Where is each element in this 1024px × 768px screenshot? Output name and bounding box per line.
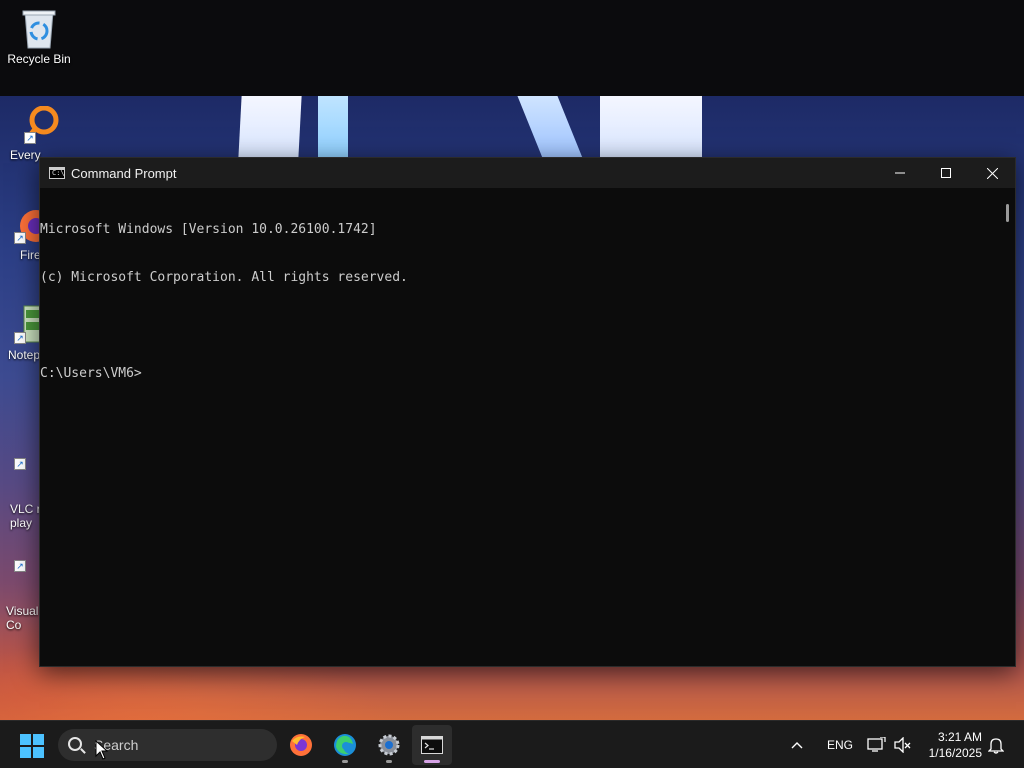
desktop-icon-everything[interactable]: ↗ Every — [0, 105, 59, 162]
desktop: Recycle Bin ↗ Every ↗ Fire ↗ Notep ↗ VLC… — [0, 0, 1024, 720]
bell-icon — [988, 738, 1004, 754]
start-button[interactable] — [20, 734, 44, 758]
notifications-button[interactable] — [988, 721, 1004, 768]
taskbar: Search ENG 3:21 AM 1/16/2025 — [0, 720, 1024, 768]
active-indicator — [424, 760, 440, 763]
language-indicator[interactable]: ENG — [827, 721, 853, 768]
vertical-scrollbar[interactable] — [999, 188, 1015, 666]
desktop-icon-label: Notep — [8, 348, 41, 362]
desktop-icon-notepad[interactable]: ↗ Notep — [0, 304, 47, 362]
desktop-icon-label: Every — [10, 148, 41, 162]
minimize-button[interactable] — [877, 158, 923, 188]
command-prompt-window[interactable]: C:\ Command Prompt Microsoft Windows [Ve… — [39, 157, 1016, 667]
terminal-icon — [421, 736, 443, 754]
desktop-icon-recycle-bin[interactable]: Recycle Bin — [0, 8, 78, 66]
minimize-icon — [895, 172, 905, 174]
shortcut-arrow-icon: ↗ — [14, 560, 26, 572]
clock-date: 1/16/2025 — [928, 746, 982, 760]
desktop-icon-vscode[interactable]: ↗ Visual Co — [0, 506, 66, 660]
console-prompt: C:\Users\VM6> — [40, 366, 142, 381]
wallpaper-light-beam — [600, 96, 702, 158]
close-button[interactable] — [969, 158, 1015, 188]
shortcut-arrow-icon: ↗ — [14, 332, 26, 344]
window-titlebar[interactable]: C:\ Command Prompt — [40, 158, 1015, 188]
speaker-muted-icon — [894, 737, 911, 753]
volume-status[interactable] — [893, 721, 911, 768]
taskbar-clock[interactable]: 3:21 AM 1/16/2025 — [929, 729, 982, 761]
shortcut-arrow-icon: ↗ — [14, 458, 26, 470]
close-icon — [986, 167, 998, 179]
maximize-icon — [941, 168, 951, 178]
taskbar-app-command-prompt[interactable] — [412, 725, 452, 765]
taskbar-app-settings[interactable] — [369, 725, 409, 765]
terminal-icon: C:\ — [49, 167, 65, 179]
edge-icon — [334, 734, 356, 756]
console-line: Microsoft Windows [Version 10.0.26100.17… — [40, 222, 377, 237]
window-controls — [877, 158, 1015, 188]
running-indicator — [386, 760, 392, 763]
chevron-up-icon — [791, 742, 803, 749]
desktop-icon-label: Recycle Bin — [7, 52, 71, 66]
system-tray-overflow[interactable] — [790, 721, 804, 768]
window-title: Command Prompt — [71, 165, 177, 181]
maximize-button[interactable] — [923, 158, 969, 188]
search-icon — [68, 737, 82, 751]
desktop-icon-label: Fire — [20, 248, 41, 262]
windows-logo-icon — [20, 734, 31, 745]
running-indicator — [342, 760, 348, 763]
network-monitor-icon — [867, 737, 886, 752]
wallpaper-light-beam — [318, 96, 348, 158]
taskbar-app-firefox[interactable] — [281, 725, 321, 765]
shortcut-arrow-icon: ↗ — [24, 132, 36, 144]
taskbar-search-box[interactable]: Search — [58, 729, 277, 761]
desktop-icon-firefox[interactable]: ↗ Fire — [0, 206, 52, 262]
shortcut-arrow-icon: ↗ — [14, 232, 26, 244]
network-status[interactable] — [866, 721, 886, 768]
language-label: ENG — [827, 738, 854, 752]
wallpaper-light-beam — [238, 96, 302, 158]
arrow-cursor-icon — [95, 739, 109, 760]
everything-search-icon: ↗ — [24, 105, 60, 144]
taskbar-app-edge[interactable] — [325, 725, 365, 765]
scrollbar-thumb[interactable] — [1006, 204, 1009, 222]
recycle-bin-icon — [19, 8, 59, 49]
console-line: (c) Microsoft Corporation. All rights re… — [40, 270, 408, 285]
firefox-icon — [290, 734, 312, 756]
clock-time: 3:21 AM — [937, 730, 982, 744]
gear-icon — [378, 734, 400, 756]
console-output[interactable]: Microsoft Windows [Version 10.0.26100.17… — [40, 188, 999, 666]
